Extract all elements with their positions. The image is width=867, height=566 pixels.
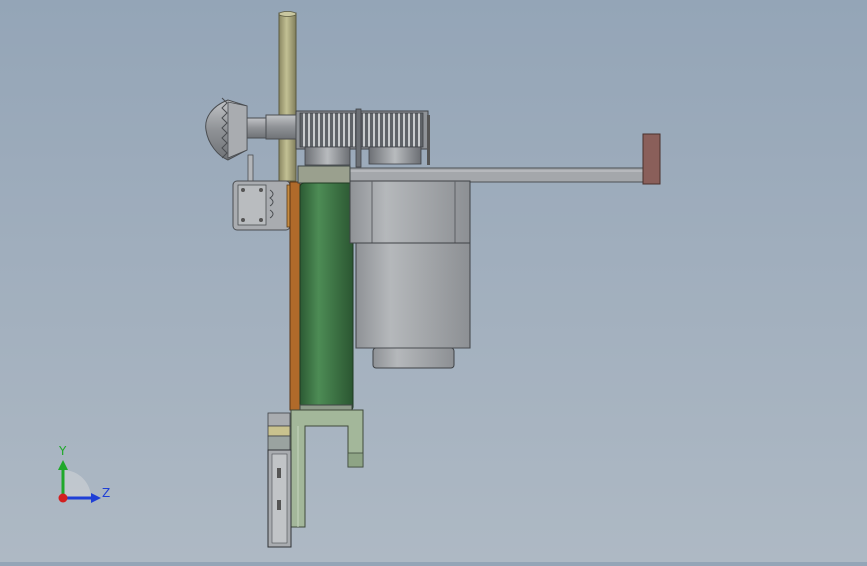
drive-roller [297, 165, 354, 416]
right-hub [368, 146, 422, 165]
left-hub [304, 146, 351, 166]
triad-plane [63, 470, 91, 498]
assembly-drawing: Y Z [58, 11, 661, 548]
coordinate-triad: Y Z [58, 444, 110, 503]
z-axis-label: Z [102, 486, 110, 500]
y-axis-label: Y [58, 444, 67, 458]
cad-3d-viewport[interactable]: Y Z [0, 0, 867, 562]
lower-bracket [290, 409, 364, 528]
y-axis-arrowhead [58, 460, 68, 470]
timing-pulley-pair [295, 108, 430, 168]
right-pulley [360, 112, 424, 148]
motor-end-cap [372, 347, 455, 369]
electric-motor [349, 180, 471, 369]
vertical-bolt [247, 154, 254, 183]
left-pulley [299, 112, 357, 148]
orange-side-strip [289, 181, 301, 411]
guide-rail [267, 449, 292, 548]
vertical-rod [278, 11, 297, 182]
clamp-blocks [267, 412, 291, 451]
z-axis-arrowhead [91, 493, 101, 503]
x-axis-origin [58, 493, 68, 503]
arm-end-cap [642, 133, 661, 185]
